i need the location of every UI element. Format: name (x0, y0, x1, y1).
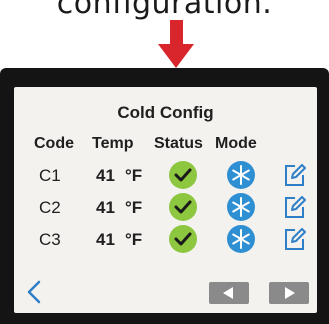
triangle-right-icon (285, 287, 295, 299)
header-temp: Temp (92, 135, 134, 152)
row-temp-unit: °F (125, 230, 143, 249)
check-icon (169, 225, 197, 253)
edit-icon[interactable] (282, 162, 308, 188)
red-arrow-shaft (170, 20, 183, 46)
edit-icon[interactable] (282, 226, 308, 252)
chevron-left-icon[interactable] (24, 279, 44, 305)
header-mode: Mode (215, 135, 257, 152)
check-icon (169, 161, 197, 189)
row-temp-unit: °F (125, 166, 143, 185)
red-arrow-down-icon (158, 44, 194, 68)
caption-text-cropped: configuration. (0, 0, 329, 22)
snowflake-icon[interactable] (227, 225, 255, 253)
touch-screen: Cold Config Code Temp Status Mode C1 41 … (14, 87, 317, 313)
row-temp: 41 (96, 230, 115, 249)
triangle-left-icon (223, 287, 233, 299)
row-temp-unit: °F (125, 198, 143, 217)
next-page-button[interactable] (269, 282, 309, 304)
row-code: C1 (39, 166, 61, 185)
row-temp: 41 (96, 198, 115, 217)
row-temp: 41 (96, 166, 115, 185)
header-status: Status (154, 135, 203, 152)
prev-page-button[interactable] (209, 282, 249, 304)
header-code: Code (34, 135, 74, 152)
screen-title: Cold Config (117, 103, 214, 122)
row-code: C3 (39, 230, 61, 249)
row-code: C2 (39, 198, 61, 217)
edit-icon[interactable] (282, 194, 308, 220)
snowflake-icon[interactable] (227, 161, 255, 189)
snowflake-icon[interactable] (227, 193, 255, 221)
check-icon (169, 193, 197, 221)
caption-text: configuration. (56, 0, 273, 21)
